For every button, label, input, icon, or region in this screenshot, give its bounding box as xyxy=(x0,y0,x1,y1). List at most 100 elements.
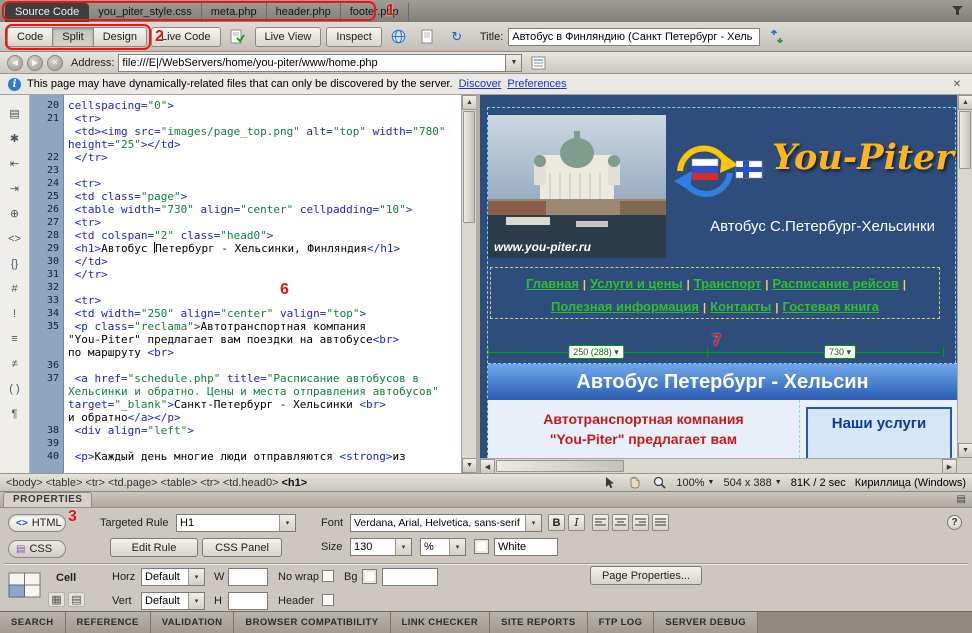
no-wrap-checkbox[interactable] xyxy=(322,570,334,582)
discover-link[interactable]: Discover xyxy=(459,78,502,90)
bottom-tab-reference[interactable]: REFERENCE xyxy=(66,612,151,633)
code-line[interactable]: <p>Каждый день многие люди отправляются … xyxy=(68,450,476,463)
code-line[interactable]: <tr> xyxy=(68,112,476,125)
bg-color-well[interactable] xyxy=(362,569,377,584)
show-code-navigator-icon[interactable]: ✱ xyxy=(4,130,25,147)
hand-tool-icon[interactable] xyxy=(626,475,642,490)
align-right-button[interactable] xyxy=(632,514,649,531)
select-parent-tag-icon[interactable]: <> xyxy=(4,230,25,247)
cell-width-input[interactable] xyxy=(228,568,268,586)
code-line[interactable]: target="_blank">Санкт-Петербург - Хельси… xyxy=(68,398,476,411)
stop-icon[interactable]: ✕ xyxy=(47,55,63,71)
code-line[interactable]: </tr> xyxy=(68,268,476,281)
live-view-button[interactable]: Live View xyxy=(255,27,322,47)
balance-braces-icon[interactable]: {} xyxy=(4,255,25,272)
related-file-tab[interactable]: footer.php xyxy=(341,3,409,22)
scroll-thumb[interactable] xyxy=(463,111,475,223)
bottom-tab-browser-compatibility[interactable]: BROWSER COMPATIBILITY xyxy=(234,612,390,633)
code-line[interactable]: <h1>Автобус Петербург - Хельсинки, Финля… xyxy=(68,242,476,255)
open-documents-icon[interactable]: ▤ xyxy=(4,105,25,122)
code-line[interactable]: <tr> xyxy=(68,216,476,229)
tag-selector-item[interactable]: <h1> xyxy=(282,477,308,489)
tag-selector-item[interactable]: <td.page> xyxy=(108,477,158,489)
align-center-button[interactable] xyxy=(612,514,629,531)
code-line[interactable]: <a href="schedule.php" title="Расписание… xyxy=(68,372,476,385)
vert-select[interactable]: Default xyxy=(141,592,205,610)
horz-select[interactable]: Default xyxy=(141,568,205,586)
select-tool-icon[interactable] xyxy=(601,475,617,490)
scroll-down-icon[interactable]: ▼ xyxy=(958,443,972,458)
services-cell[interactable]: Наши услуги xyxy=(806,407,952,458)
tag-selector-item[interactable]: <table> xyxy=(46,477,83,489)
scroll-down-icon[interactable]: ▼ xyxy=(462,458,477,473)
code-line[interactable]: Хельсинки и обратно. Цены и места отправ… xyxy=(68,385,476,398)
back-icon[interactable]: ◀ xyxy=(7,55,23,71)
text-color-input[interactable] xyxy=(494,538,558,556)
nav-link[interactable]: Транспорт xyxy=(694,276,762,291)
code-line[interactable] xyxy=(68,359,476,372)
zoom-tool-icon[interactable] xyxy=(651,475,667,490)
related-file-tab[interactable]: meta.php xyxy=(202,3,267,22)
tag-selector-item[interactable]: <td.head0> xyxy=(223,477,279,489)
code-line[interactable]: <td colspan="2" class="head0"> xyxy=(68,229,476,242)
code-line[interactable] xyxy=(68,437,476,450)
collapse-selection-icon[interactable]: ⇥ xyxy=(4,180,25,197)
scroll-left-icon[interactable]: ◀ xyxy=(480,459,495,473)
code-line[interactable]: по маршруту <br> xyxy=(68,346,476,359)
table-width-bar[interactable]: 250 (288) ▾ 730 ▾ xyxy=(488,345,940,359)
code-line[interactable]: и обратно</a></p> xyxy=(68,411,476,424)
bottom-tab-server-debug[interactable]: SERVER DEBUG xyxy=(654,612,758,633)
italic-button[interactable]: I xyxy=(568,514,585,531)
validate-markup-icon[interactable] xyxy=(416,26,440,47)
tag-selector-item[interactable]: <tr> xyxy=(85,477,105,489)
nav-link[interactable]: Расписание рейсов xyxy=(772,276,898,291)
css-properties-toggle[interactable]: ▤ CSS xyxy=(8,540,66,558)
related-file-tab[interactable]: you_piter_style.css xyxy=(89,3,202,22)
zoom-level-select[interactable]: 100% ▼ xyxy=(676,477,714,489)
refresh-design-view-icon[interactable]: ↻ xyxy=(445,26,469,47)
design-vertical-scrollbar[interactable]: ▲ ▼ xyxy=(957,95,972,458)
code-line[interactable]: height="25"></td> xyxy=(68,138,476,151)
scroll-thumb[interactable] xyxy=(496,460,624,472)
apply-comment-icon[interactable]: ≡ xyxy=(4,330,25,347)
code-line[interactable] xyxy=(68,281,476,294)
design-horizontal-scrollbar[interactable]: ◀ ▶ xyxy=(480,458,957,473)
nav-link[interactable]: Гостевая книга xyxy=(782,299,879,314)
panel-menu-icon[interactable]: ▤ xyxy=(957,494,966,505)
scroll-right-icon[interactable]: ▶ xyxy=(942,459,957,473)
text-color-well[interactable] xyxy=(474,539,489,554)
nav-link[interactable]: Полезная информация xyxy=(551,299,699,314)
table-width-label[interactable]: 250 (288) ▾ xyxy=(568,345,624,359)
align-left-button[interactable] xyxy=(592,514,609,531)
code-line[interactable]: <table width="730" align="center" cellpa… xyxy=(68,203,476,216)
address-dropdown-icon[interactable]: ▼ xyxy=(506,54,522,72)
bg-color-input[interactable] xyxy=(382,568,438,586)
inspect-button[interactable]: Inspect xyxy=(326,27,381,47)
help-icon[interactable]: ? xyxy=(947,515,962,530)
code-line[interactable]: <tr> xyxy=(68,177,476,190)
code-vertical-scrollbar[interactable]: ▲ ▼ xyxy=(461,95,476,473)
code-line[interactable]: cellspacing="0"> xyxy=(68,99,476,112)
merge-cells-icon[interactable]: ▦ xyxy=(48,592,65,607)
code-line[interactable]: <td width="250" align="center" valign="t… xyxy=(68,307,476,320)
close-info-bar-icon[interactable]: ✕ xyxy=(950,79,964,90)
table-width-label[interactable]: 730 ▾ xyxy=(824,345,856,359)
format-source-code-icon[interactable]: ¶ xyxy=(4,405,25,422)
design-view-pane[interactable]: www.you-piter.ru Yo xyxy=(480,95,972,473)
scroll-thumb[interactable] xyxy=(959,111,971,169)
window-size-select[interactable]: 504 x 388 ▼ xyxy=(723,477,781,489)
remove-comment-icon[interactable]: ≠ xyxy=(4,355,25,372)
highlight-invalid-code-icon[interactable]: ! xyxy=(4,305,25,322)
cell-height-input[interactable] xyxy=(228,592,268,610)
code-line[interactable]: <tr> xyxy=(68,294,476,307)
expand-all-icon[interactable]: ⊕ xyxy=(4,205,25,222)
wrap-tag-icon[interactable]: ( ) xyxy=(4,380,25,397)
code-editor[interactable]: cellspacing="0"> <tr> <td><img src="imag… xyxy=(64,95,476,473)
code-line[interactable]: </tr> xyxy=(68,151,476,164)
bottom-tab-search[interactable]: SEARCH xyxy=(0,612,66,633)
code-view-pane[interactable]: 2021222324252627282930313233343536373839… xyxy=(30,95,476,473)
code-line[interactable]: <td><img src="images/page_top.png" alt="… xyxy=(68,125,476,138)
properties-tab[interactable]: PROPERTIES xyxy=(3,492,92,507)
html-properties-toggle[interactable]: <> HTML xyxy=(8,514,66,532)
forward-icon[interactable]: ▶ xyxy=(27,55,43,71)
